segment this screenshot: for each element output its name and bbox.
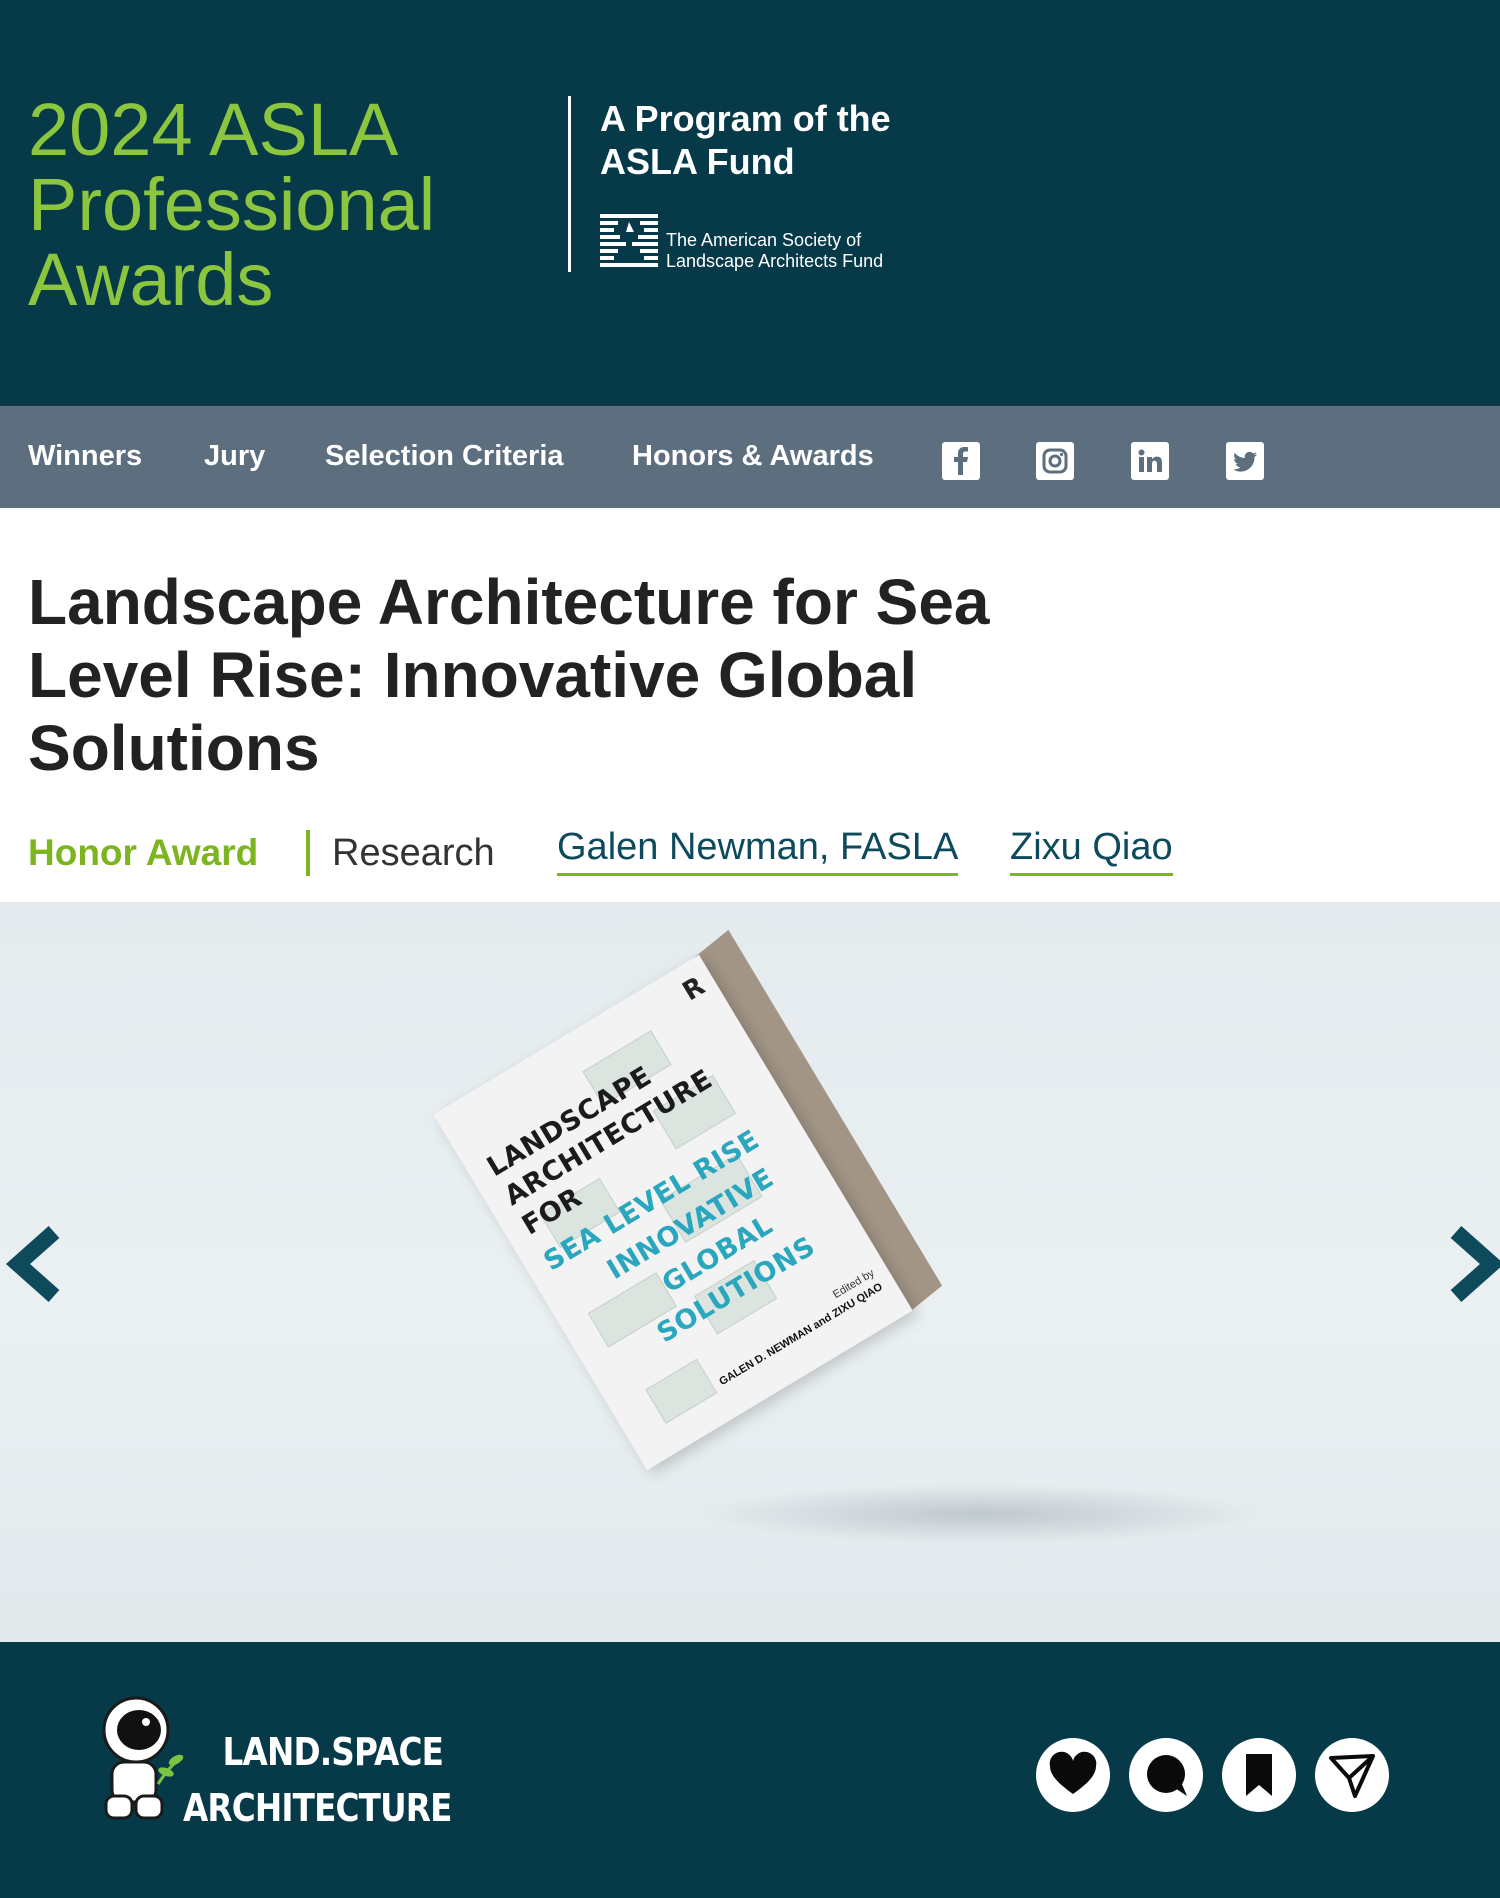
awards-title-line: Professional xyxy=(28,163,436,246)
book-shadow xyxy=(700,1484,1260,1544)
cover-graphic xyxy=(645,1358,718,1424)
header-divider xyxy=(568,96,571,272)
fund-name: The American Society of Landscape Archit… xyxy=(666,230,883,272)
asla-fund-logo-icon[interactable] xyxy=(598,210,660,272)
astronaut-logo-icon xyxy=(96,1692,186,1824)
twitter-icon[interactable] xyxy=(1226,442,1264,480)
brand-wordmark: LAND.SPACE ARCHITECTURE xyxy=(183,1724,452,1836)
author-link-zixu-qiao[interactable]: Zixu Qiao xyxy=(1010,826,1173,876)
heart-icon[interactable] xyxy=(1036,1738,1110,1812)
chevron-right-icon[interactable] xyxy=(1440,1214,1500,1314)
awards-title-line: 2024 ASLA xyxy=(28,88,399,171)
comment-icon[interactable] xyxy=(1129,1738,1203,1812)
brand-line: LAND.SPACE xyxy=(222,1730,444,1774)
linkedin-icon[interactable] xyxy=(1131,442,1169,480)
main-nav: Winners Jury Selection Criteria Honors &… xyxy=(0,406,1500,508)
fund-name-line: Landscape Architects Fund xyxy=(666,251,884,271)
chevron-left-icon[interactable] xyxy=(0,1214,70,1314)
publisher-mark: R xyxy=(677,971,711,1008)
program-line: A Program of the xyxy=(600,98,891,139)
instagram-icon[interactable] xyxy=(1036,442,1074,480)
page-title: Landscape Architecture for Sea Level Ris… xyxy=(28,566,990,784)
awards-title-line: Awards xyxy=(28,238,274,321)
site-header: 2024 ASLA Professional Awards A Program … xyxy=(0,0,1500,406)
send-icon[interactable] xyxy=(1315,1738,1389,1812)
facebook-icon[interactable] xyxy=(942,442,980,480)
award-level: Honor Award xyxy=(28,832,259,873)
brand-line: ARCHITECTURE xyxy=(183,1786,452,1830)
award-meta: Honor Award Research Galen Newman, FASLA… xyxy=(28,826,1428,876)
meta-divider xyxy=(306,830,310,876)
award-category: Research xyxy=(332,832,495,874)
nav-winners[interactable]: Winners xyxy=(28,438,142,474)
program-heading: A Program of the ASLA Fund xyxy=(600,97,1000,183)
fund-name-line: The American Society of xyxy=(666,230,862,250)
program-line: ASLA Fund xyxy=(600,141,795,182)
nav-jury[interactable]: Jury xyxy=(204,438,265,474)
site-footer: LAND.SPACE ARCHITECTURE xyxy=(0,1642,1500,1898)
bookmark-icon[interactable] xyxy=(1222,1738,1296,1812)
awards-title[interactable]: 2024 ASLA Professional Awards xyxy=(28,92,548,317)
nav-honors-awards[interactable]: Honors & Awards xyxy=(632,438,874,474)
author-link-galen-newman[interactable]: Galen Newman, FASLA xyxy=(557,826,959,876)
nav-selection-criteria[interactable]: Selection Criteria xyxy=(325,438,564,474)
